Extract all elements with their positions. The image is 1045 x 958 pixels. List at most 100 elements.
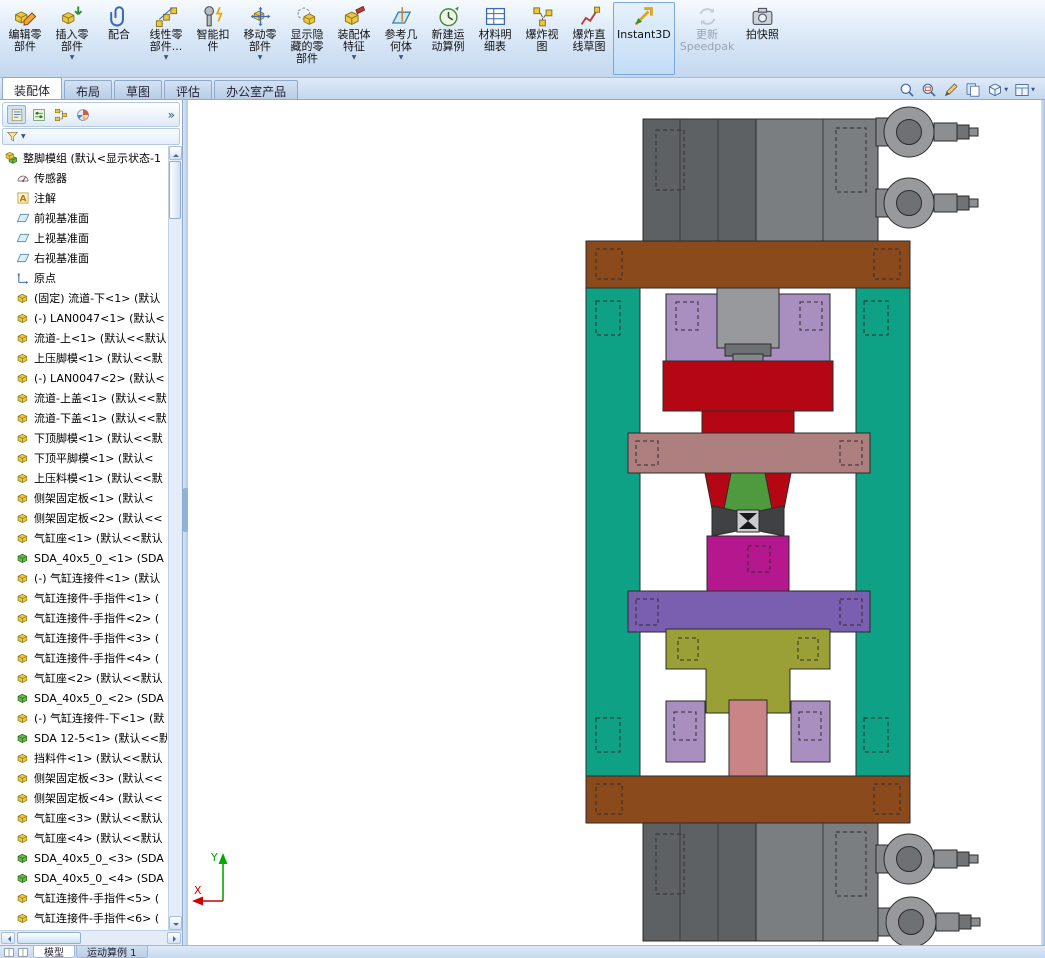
bottom-tab-motion-study-1[interactable]: 运动算例 1 [76,946,148,958]
dropdown-caret-icon[interactable]: ▼ [258,54,263,61]
view-tool-view-settings[interactable] [965,81,981,98]
tree-item-35[interactable]: 气缸座<4> (默认<<默认 [0,828,167,848]
dropdown-caret-icon[interactable]: ▼ [164,54,169,61]
part-gripper-jaws[interactable] [711,505,785,537]
part-upper-die-red[interactable] [662,360,834,438]
tree-item-1[interactable]: 整脚模组 (默认<显示状态-1 [0,148,167,168]
panel-tab-configurationmanager[interactable] [51,105,70,124]
tree-item-23[interactable]: 气缸连接件-手指件<1> ( [0,588,167,608]
panel-tab-featuremanager[interactable] [7,105,26,124]
view-tool-zoom-area[interactable] [921,81,937,98]
tree-item-24[interactable]: 气缸连接件-手指件<2> ( [0,608,167,628]
tab-layout[interactable]: 布局 [64,80,113,99]
tree-item-4[interactable]: 前视基准面 [0,208,167,228]
pane-split-icon[interactable] [17,947,29,958]
graphics-viewport[interactable]: Y X [188,100,1045,945]
view-tool-section-view[interactable] [943,81,959,98]
part-air-fitting-bottom-2[interactable] [877,896,981,945]
toolbar-button-bill-of-materials[interactable]: 材料明 细表 [472,2,518,75]
tree-item-28[interactable]: SDA_40x5_0_<2> (SDA [0,688,167,708]
toolbar-button-instant3d[interactable]: Instant3D [613,2,675,75]
bottom-tab-model[interactable]: 模型 [33,946,75,958]
toolbar-button-insert-component[interactable]: 插入零 部件 ▼ [49,2,95,75]
part-cross-bar-purple[interactable] [627,590,871,633]
panel-tab-displaymanager[interactable] [73,105,92,124]
toolbar-button-reference-geometry[interactable]: 参考几 何体 ▼ [378,2,424,75]
toolbar-button-edit-component[interactable]: 编辑零 部件 [2,2,48,75]
tree-horizontal-scrollbar[interactable] [0,930,182,945]
vertical-scrollbar-thumb[interactable] [169,161,181,219]
panel-expand-button[interactable]: » [168,109,175,121]
tree-item-20[interactable]: 气缸座<1> (默认<<默认 [0,528,167,548]
part-bottom-clamp-bar[interactable] [585,775,911,824]
scroll-up-button[interactable] [169,146,182,160]
tree-item-25[interactable]: 气缸连接件-手指件<3> ( [0,628,167,648]
tree-item-38[interactable]: 气缸连接件-手指件<5> ( [0,888,167,908]
tree-item-30[interactable]: SDA 12-5<1> (默认<<默 [0,728,167,748]
tree-item-6[interactable]: 右视基准面 [0,248,167,268]
scroll-right-button[interactable] [167,932,181,944]
tree-item-13[interactable]: 流道-上盖<1> (默认<<默 [0,388,167,408]
part-lower-cylinder-pink[interactable] [728,699,768,779]
tree-item-32[interactable]: 侧架固定板<3> (默认<< [0,768,167,788]
toolbar-button-exploded-view[interactable]: 爆炸视 图 [519,2,565,75]
dropdown-caret-icon[interactable]: ▼ [399,54,404,61]
panel-tab-propertymanager[interactable] [29,105,48,124]
toolbar-button-take-snapshot[interactable]: 拍快照 [739,2,785,75]
part-cylinder-block-top[interactable] [642,118,879,242]
toolbar-button-update-speedpak[interactable]: 更新 Speedpak [676,2,739,75]
tree-item-27[interactable]: 气缸座<2> (默认<<默认 [0,668,167,688]
part-cross-bar-rosy[interactable] [627,432,871,474]
view-tool-view-orientation[interactable]: ▼ [1014,81,1035,98]
toolbar-button-linear-component-pattern[interactable]: 线性零 部件... ▼ [143,2,189,75]
pane-split-icon[interactable] [3,947,15,958]
part-side-frame-right[interactable] [855,287,911,777]
part-air-fitting-top-2[interactable] [875,177,979,229]
tree-item-39[interactable]: 气缸连接件-手指件<6> ( [0,908,167,928]
tree-item-29[interactable]: (-) 气缸连接件-下<1> (默 [0,708,167,728]
part-air-fitting-bottom-1[interactable] [875,833,979,885]
tree-item-26[interactable]: 气缸连接件-手指件<4> ( [0,648,167,668]
scroll-down-button[interactable] [169,916,182,930]
tree-item-17[interactable]: 上压料模<1> (默认<<默 [0,468,167,488]
tab-evaluate[interactable]: 评估 [164,80,213,99]
tab-sketch[interactable]: 草图 [114,80,163,99]
filter-funnel-icon[interactable] [6,130,19,143]
part-lower-block-purple-left[interactable] [665,700,706,763]
toolbar-button-show-hidden-components[interactable]: 显示隐 藏的零 部件 [284,2,330,75]
tree-item-37[interactable]: SDA_40x5_0_<4> (SDA [0,868,167,888]
tree-item-19[interactable]: 侧架固定板<2> (默认<< [0,508,167,528]
dropdown-caret-icon[interactable]: ▼ [1031,87,1035,93]
horizontal-scrollbar-thumb[interactable] [17,932,81,944]
tree-item-36[interactable]: SDA_40x5_0_<3> (SDA [0,848,167,868]
part-center-cylinder-gray[interactable] [716,287,780,364]
tree-item-18[interactable]: 侧架固定板<1> (默认< [0,488,167,508]
view-tool-display-style[interactable]: ▼ [987,81,1008,98]
toolbar-button-mate[interactable]: 配合 [96,2,142,75]
tree-item-12[interactable]: (-) LAN0047<2> (默认< [0,368,167,388]
tab-assembly[interactable]: 装配体 [2,77,63,99]
tree-item-16[interactable]: 下顶平脚模<1> (默认< [0,448,167,468]
tree-item-9[interactable]: (-) LAN0047<1> (默认< [0,308,167,328]
dropdown-caret-icon[interactable]: ▼ [1004,87,1008,93]
toolbar-button-new-motion-study[interactable]: 新建运 动算例 [425,2,471,75]
tab-office-products[interactable]: 办公室产品 [214,80,299,99]
part-side-frame-left[interactable] [585,287,641,777]
tree-item-15[interactable]: 下顶脚模<1> (默认<<默 [0,428,167,448]
part-cylinder-block-bottom[interactable] [642,822,879,942]
tree-item-21[interactable]: SDA_40x5_0_<1> (SDA [0,548,167,568]
toolbar-button-smart-fasteners[interactable]: 智能扣 件 [190,2,236,75]
tree-item-11[interactable]: 上压脚模<1> (默认<<默 [0,348,167,368]
tree-item-34[interactable]: 气缸座<3> (默认<<默认 [0,808,167,828]
filter-dropdown-caret-icon[interactable]: ▼ [21,133,26,140]
toolbar-button-explode-line-sketch[interactable]: 爆炸直 线草图 [566,2,612,75]
tree-item-5[interactable]: 上视基准面 [0,228,167,248]
model-canvas[interactable]: Y X [188,100,1045,945]
tree-item-2[interactable]: 传感器 [0,168,167,188]
part-top-clamp-bar[interactable] [585,240,911,289]
tree-item-22[interactable]: (-) 气缸连接件<1> (默认 [0,568,167,588]
toolbar-button-assembly-features[interactable]: 装配体 特征 ▼ [331,2,377,75]
tree-item-14[interactable]: 流道-下盖<1> (默认<<默 [0,408,167,428]
dropdown-caret-icon[interactable]: ▼ [352,54,357,61]
toolbar-button-move-component[interactable]: 移动零 部件 ▼ [237,2,283,75]
